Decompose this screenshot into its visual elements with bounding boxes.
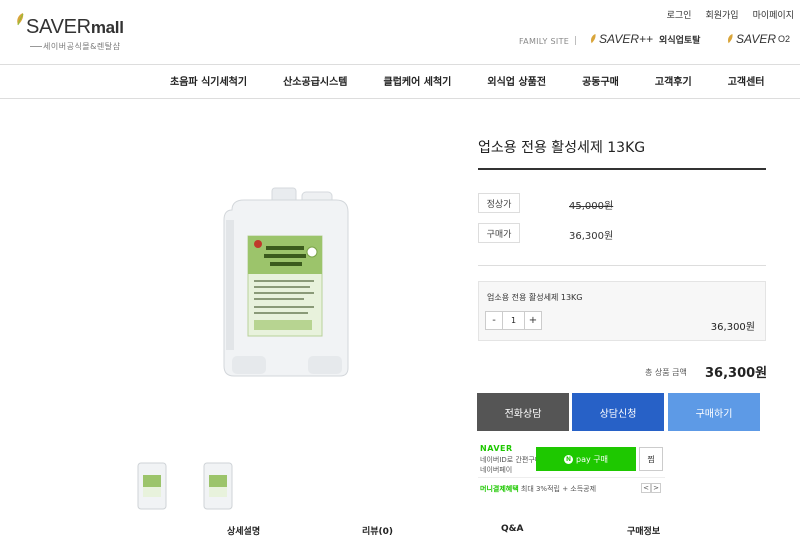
logo-wordmark: SAVERmall xyxy=(26,16,124,39)
chevron-left-icon[interactable]: < xyxy=(641,483,651,493)
family-separator: | xyxy=(574,36,578,46)
tab-qna[interactable]: Q&A xyxy=(501,524,523,534)
naverpay-widget: NAVER 네이버ID로 간편구매 네이버페이 N pay 구매 찜 머니결제혜… xyxy=(478,442,665,497)
product-image xyxy=(223,187,349,377)
leaf-icon xyxy=(590,34,596,44)
npay-badge-icon: N xyxy=(564,454,573,464)
product-thumbnail[interactable] xyxy=(135,459,169,511)
nav-divider-bottom xyxy=(0,98,800,99)
consult-request-button[interactable]: 상담신청 xyxy=(572,393,664,431)
saverpp-name: SAVER++ xyxy=(599,32,654,46)
leaf-icon xyxy=(727,34,733,44)
family-site-saverpp[interactable]: SAVER++ 외식업토탈 xyxy=(590,32,700,46)
sale-price-label: 구매가 xyxy=(478,223,520,243)
qty-plus-button[interactable]: + xyxy=(524,311,542,330)
tab-reviews[interactable]: 리뷰(0) xyxy=(362,524,393,537)
title-divider xyxy=(478,168,766,170)
login-link[interactable]: 로그인 xyxy=(667,8,692,21)
logo-divider xyxy=(30,46,42,47)
saverpp-tag: 외식업토탈 xyxy=(659,34,701,45)
naverpay-divider xyxy=(478,477,665,478)
quantity-stepper: - 1 + xyxy=(485,311,542,330)
benefit-label: 머니결제혜택 xyxy=(480,485,519,493)
nav-item-ultrasonic[interactable]: 초음파 식기세척기 xyxy=(170,73,247,88)
chevron-right-icon[interactable]: > xyxy=(651,483,661,493)
leaf-logo-icon xyxy=(17,13,24,26)
join-link[interactable]: 회원가입 xyxy=(705,8,738,21)
nav-divider-top xyxy=(0,64,800,65)
mypage-link[interactable]: 마이페이지 xyxy=(753,8,794,21)
option-name: 업소용 전용 활성세제 13KG xyxy=(487,293,583,302)
nav-item-reviews[interactable]: 고객후기 xyxy=(655,73,692,88)
savero2-tag: O2 xyxy=(778,34,791,44)
nav-item-foodservice[interactable]: 외식업 상품전 xyxy=(487,73,546,88)
nav-item-groupbuy[interactable]: 공동구매 xyxy=(582,73,619,88)
nav-item-clubcare[interactable]: 클럽케어 세척기 xyxy=(384,73,452,88)
naverpay-buy-button[interactable]: N pay 구매 xyxy=(536,447,636,471)
tab-purchase-info[interactable]: 구매정보 xyxy=(627,524,660,537)
top-links: 로그인 회원가입 마이페이지 xyxy=(667,8,794,21)
main-nav: 초음파 식기세척기 산소공급시스템 클럽케어 세척기 외식업 상품전 공동구매 … xyxy=(170,73,765,88)
naverpay-benefit: 머니결제혜택 최대 3%적립 + 소득공제 xyxy=(480,484,596,494)
savero2-name: SAVER xyxy=(736,32,777,46)
list-price-label: 정상가 xyxy=(478,193,520,213)
site-logo[interactable]: SAVERmall 세이버공식몰&렌탈샵 xyxy=(14,10,144,51)
phone-consult-button[interactable]: 전화상담 xyxy=(477,393,569,431)
list-price-value: 45,000원 xyxy=(569,201,614,212)
option-price: 36,300원 xyxy=(710,322,755,333)
nav-item-oxygen[interactable]: 산소공급시스템 xyxy=(283,73,347,88)
nav-item-support[interactable]: 고객센터 xyxy=(728,73,765,88)
family-site-label[interactable]: FAMILY SITE xyxy=(519,37,569,46)
price-divider xyxy=(478,265,766,266)
tab-description[interactable]: 상세설명 xyxy=(227,524,260,537)
sale-price-value: 36,300원 xyxy=(569,231,614,242)
logo-mall: mall xyxy=(90,18,124,37)
wishlist-button[interactable]: 찜 xyxy=(639,447,663,471)
buy-button[interactable]: 구매하기 xyxy=(668,393,760,431)
benefit-arrows: < > xyxy=(641,483,661,493)
product-title: 업소용 전용 활성세제 13KG xyxy=(478,140,646,156)
total-price: 36,300원 xyxy=(705,366,768,381)
naverpay-line2: 네이버페이 xyxy=(480,466,513,474)
total-label: 총 상품 금액 xyxy=(645,368,687,377)
option-box: 업소용 전용 활성세제 13KG - 1 + 36,300원 xyxy=(478,281,766,341)
qty-input[interactable]: 1 xyxy=(503,311,524,330)
logo-subtitle: 세이버공식몰&렌탈샵 xyxy=(43,42,121,51)
naverpay-description: 네이버ID로 간편구매 네이버페이 xyxy=(480,455,541,475)
logo-saver: SAVER xyxy=(26,16,91,38)
naverpay-buy-label: pay 구매 xyxy=(576,454,608,464)
naver-logo: NAVER xyxy=(480,444,513,453)
benefit-text: 최대 3%적립 + 소득공제 xyxy=(520,485,597,493)
family-site-savero2[interactable]: SAVER O2 xyxy=(727,32,790,46)
naverpay-line1: 네이버ID로 간편구매 xyxy=(480,456,542,464)
qty-minus-button[interactable]: - xyxy=(485,311,503,330)
product-thumbnail[interactable] xyxy=(201,459,235,511)
